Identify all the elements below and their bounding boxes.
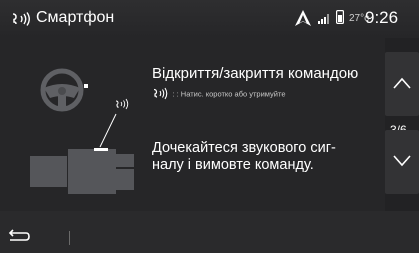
instruction-line: налу і вимовте команду. — [152, 156, 314, 173]
clock: 9:26 — [365, 8, 399, 27]
voice-button-pointer — [99, 98, 129, 148]
instruction-line: Дочекайтеся звукового сиг- — [152, 140, 336, 156]
bottom-bar — [0, 211, 419, 253]
signal-strength-icon — [318, 14, 329, 24]
chevron-up-icon — [393, 77, 411, 89]
dashboard-icon — [30, 148, 134, 194]
top-bar: Смартфон 27°c 9:26 — [0, 0, 419, 38]
instruction-text: Дочекайтеся звукового сиг- налу і вимовт… — [152, 140, 380, 173]
navigation-arrow-icon — [295, 10, 311, 26]
feature-title: Відкриття/закриття командою — [152, 65, 359, 82]
bottom-divider — [69, 231, 70, 245]
voice-recognition-icon[interactable] — [10, 11, 32, 27]
chevron-down-icon — [393, 155, 411, 167]
back-icon[interactable] — [4, 227, 32, 249]
app-title: Смартфон — [36, 9, 115, 26]
scroll-up-button[interactable] — [385, 52, 419, 116]
voice-recognition-icon — [153, 87, 168, 100]
page-scroller: 3/6 — [385, 38, 419, 211]
main-content: Відкриття/закриття командою : : Натис. к… — [0, 38, 419, 211]
hint-row: : : Натис. коротко або утримуйте — [152, 85, 286, 100]
phone-battery-icon — [336, 10, 344, 24]
steering-wheel-voice-button-illustration — [30, 68, 134, 194]
press-hint-text: : : Натис. коротко або утримуйте — [172, 89, 286, 99]
steering-wheel-icon — [40, 68, 88, 112]
scroll-down-button[interactable] — [385, 130, 419, 194]
